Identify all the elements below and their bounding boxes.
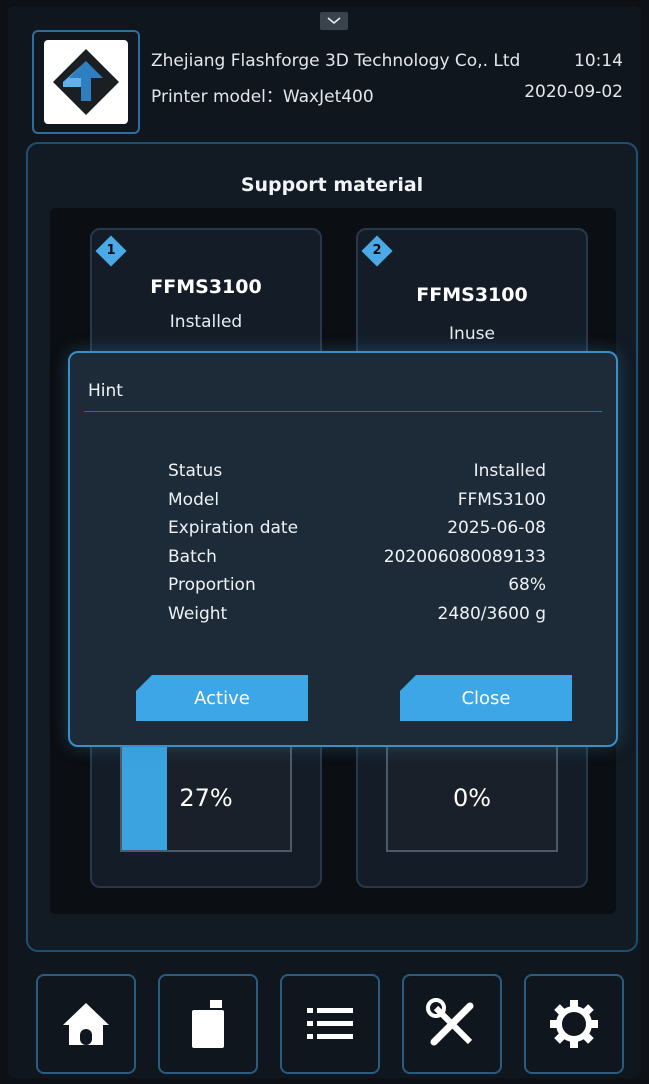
- info-row-batch: Batch 202006080089133: [168, 547, 546, 576]
- info-label: Model: [168, 489, 220, 510]
- clock-date: 2020-09-02: [524, 82, 623, 102]
- info-value: 2480/3600 g: [437, 603, 546, 624]
- nav-home-button[interactable]: [36, 974, 136, 1074]
- list-icon: [307, 1008, 353, 1039]
- slot-number-badge: 2: [361, 235, 393, 267]
- nav-settings-button[interactable]: [524, 974, 624, 1074]
- printer-model: Printer model：WaxJet400: [151, 87, 374, 107]
- printer-screen: Zhejiang Flashforge 3D Technology Co,. L…: [8, 6, 641, 1078]
- info-value: Installed: [473, 461, 546, 481]
- fill-percent: 27%: [179, 784, 233, 812]
- logo-frame: [32, 30, 140, 134]
- info-row-proportion: Proportion 68%: [168, 575, 546, 604]
- divider: [84, 411, 602, 412]
- info-value: 202006080089133: [383, 546, 546, 567]
- info-row-weight: Weight 2480/3600 g: [168, 604, 546, 633]
- nav-material-button[interactable]: [158, 974, 258, 1074]
- info-label: Batch: [168, 546, 217, 567]
- slot-model: FFMS3100: [416, 284, 528, 306]
- info-value: 2025-06-08: [447, 518, 546, 538]
- company-name: Zhejiang Flashforge 3D Technology Co,. L…: [151, 51, 521, 71]
- fill-gauge-1: 27%: [120, 744, 292, 852]
- panel-title: Support material: [240, 174, 424, 196]
- info-value: 68%: [508, 575, 546, 595]
- info-value: FFMS3100: [457, 489, 546, 510]
- slot-status: Inuse: [449, 324, 495, 344]
- gear-icon: [550, 1000, 598, 1048]
- info-label: Status: [168, 461, 223, 481]
- hint-dialog: Hint Status Installed Model FFMS3100 Exp…: [68, 351, 618, 747]
- pull-down-tab[interactable]: [320, 12, 348, 30]
- info-label: Proportion: [168, 575, 256, 595]
- fill-percent: 0%: [452, 784, 492, 812]
- close-button[interactable]: Close: [400, 675, 572, 721]
- info-label: Expiration date: [168, 518, 299, 538]
- slot-model: FFMS3100: [150, 276, 262, 298]
- nav-list-button[interactable]: [280, 974, 380, 1074]
- slot-number-badge: 1: [95, 235, 127, 267]
- fill-gauge-2: 0%: [386, 744, 558, 852]
- info-row-model: Model FFMS3100: [168, 490, 546, 519]
- bottle-icon: [192, 1000, 224, 1048]
- active-button[interactable]: Active: [136, 675, 308, 721]
- tools-icon: [426, 998, 474, 1046]
- dialog-title: Hint: [88, 381, 123, 401]
- info-row-status: Status Installed: [168, 461, 546, 490]
- clock-time: 10:14: [574, 51, 623, 71]
- chevron-down-icon: [327, 17, 341, 25]
- slot-status: Installed: [169, 312, 243, 332]
- nav-tools-button[interactable]: [402, 974, 502, 1074]
- flashforge-logo-icon: [44, 40, 128, 124]
- info-label: Weight: [168, 603, 228, 624]
- material-info: Status Installed Model FFMS3100 Expirati…: [168, 461, 546, 632]
- home-icon: [63, 1003, 109, 1045]
- info-row-expiration: Expiration date 2025-06-08: [168, 518, 546, 547]
